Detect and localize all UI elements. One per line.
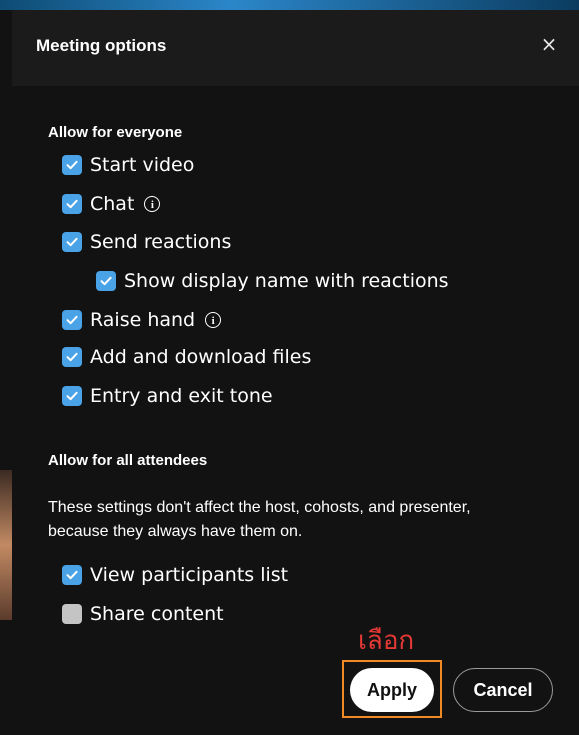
dialog-title: Meeting options [36,36,167,55]
option-share-content[interactable]: Share content [62,601,224,627]
checkmark-icon [100,276,112,286]
option-raise-hand[interactable]: Raise hand i [62,307,222,333]
apply-button[interactable]: Apply [350,668,434,712]
option-add-download-files[interactable]: Add and download files [62,344,311,370]
option-view-participants-list[interactable]: View participants list [62,562,288,588]
checkbox-checked[interactable] [96,271,116,291]
dialog-body: Allow for everyone Start video Chat i Se… [12,86,579,735]
section-title-attendees: Allow for all attendees [48,452,208,469]
info-icon[interactable]: i [144,196,161,212]
meeting-options-dialog: Meeting options × Allow for everyone Sta… [12,10,579,735]
checkmark-icon [66,199,78,209]
option-label: View participants list [90,564,289,586]
cancel-button[interactable]: Cancel [453,668,553,712]
option-label: Start video [90,154,195,176]
section-title-everyone: Allow for everyone [48,124,183,141]
checkbox-checked[interactable] [62,155,82,175]
option-label: Share content [90,603,224,625]
checkmark-icon [66,160,78,170]
dialog-header: Meeting options × [12,10,579,86]
option-label: Show display name with reactions [124,270,449,292]
option-entry-exit-tone[interactable]: Entry and exit tone [62,383,273,409]
checkbox-checked[interactable] [62,565,82,585]
checkbox-checked[interactable] [62,194,82,214]
checkbox-checked[interactable] [62,386,82,406]
attendees-description: These settings don't affect the host, co… [48,499,471,540]
checkmark-icon [66,570,78,580]
checkmark-icon [66,391,78,401]
option-label: Send reactions [90,231,232,253]
checkbox-checked[interactable] [62,232,82,252]
background-video-strip [0,0,579,10]
option-label: Raise hand [90,309,196,331]
option-chat[interactable]: Chat i [62,191,161,217]
checkbox-checked[interactable] [62,347,82,367]
checkbox-checked[interactable] [62,310,82,330]
close-icon[interactable]: × [537,32,561,56]
background-left-edge [0,10,12,735]
info-icon[interactable]: i [205,312,222,328]
option-label: Entry and exit tone [90,385,273,407]
checkmark-icon [66,315,78,325]
option-label: Add and download files [90,346,312,368]
checkmark-icon [66,352,78,362]
annotation-select-text: เลือก [358,626,415,656]
option-label: Chat [90,193,135,215]
background-participant-thumbnail [0,470,12,620]
checkmark-icon [66,237,78,247]
option-start-video[interactable]: Start video [62,152,194,178]
option-send-reactions[interactable]: Send reactions [62,229,231,255]
option-show-display-name[interactable]: Show display name with reactions [96,268,449,294]
checkbox-unchecked[interactable] [62,604,82,624]
